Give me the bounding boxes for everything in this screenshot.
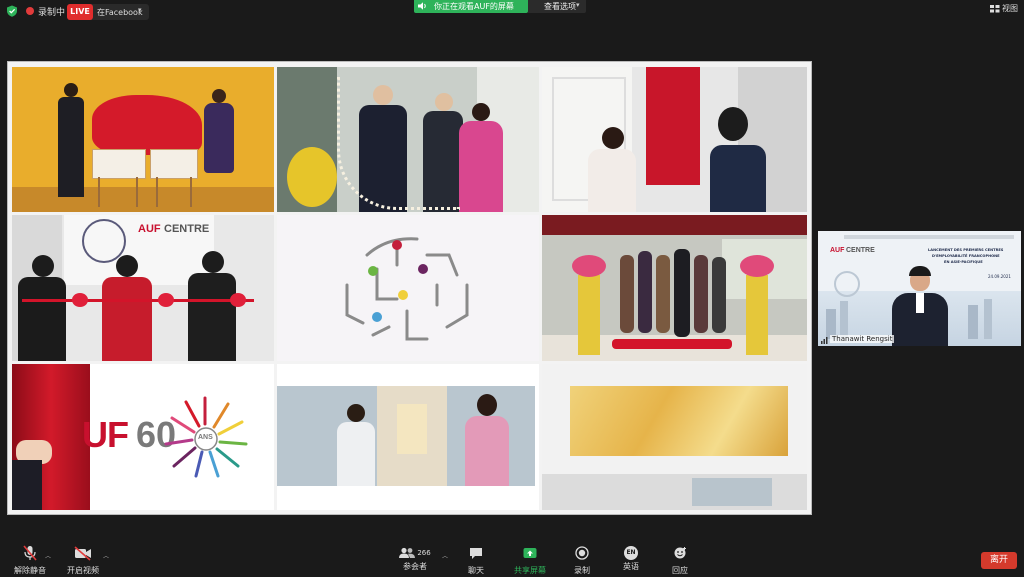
record-label: 录制 [574,566,590,575]
photo-ribbon-cutting: AUF CENTRE [12,215,274,361]
slide-date: 24.09.2021 [988,274,1011,279]
security-shield-icon[interactable] [6,5,18,17]
chevron-down-icon[interactable]: ▾ [576,1,580,9]
image-network-globe-logo [277,215,539,361]
gallery-view-icon[interactable] [990,5,1000,13]
chevron-down-icon[interactable]: ▾ [138,6,142,14]
view-options-label: 查看选项 [544,2,576,11]
network-globe-graphic [345,237,469,341]
slide-centre-word: CENTRE [846,247,875,254]
video-camera-off-icon [74,546,91,561]
screen-share-label: 你正在观看AUF的屏幕 [434,2,514,11]
slide-title-line1: LANCEMENT DES PREMIERS CENTRES [928,248,1004,252]
leave-meeting-button[interactable]: 离开 [981,552,1017,569]
share-screen-button[interactable]: 共享屏幕 [512,545,548,576]
recording-dot-icon [26,7,34,15]
recording-label: 录制中 [38,8,66,18]
participants-button[interactable]: 266 参会者 [398,545,432,572]
share-screen-icon [523,548,537,558]
participants-label: 参会者 [403,562,427,571]
photo-unveiling-yellow [12,67,274,212]
slide-title-line2: D'EMPLOYABILITÉ FRANCOPHONE [932,254,1000,258]
slide-title-line3: EN ASIE-PACIFIQUE [944,260,983,264]
auf60-uf-text: UF [82,414,129,455]
reactions-label: 回应 [672,566,688,575]
photo-opening-garland [277,67,539,212]
chat-bubble-icon [470,548,482,559]
active-speaker-video[interactable]: AUF CENTRE LANCEMENT DES PREMIERS CENTRE… [818,231,1021,346]
video-options-chevron-icon[interactable]: ︿ [103,551,109,560]
share-screen-label: 共享屏幕 [514,566,546,575]
live-destination-label: 在Facebook [97,8,143,17]
photo-red-curtain [542,67,807,212]
signal-bars-icon [821,337,828,344]
speaker-volume-icon [418,2,426,10]
participants-icon [399,547,416,558]
chat-button[interactable]: 聊天 [462,545,490,576]
interpretation-language-icon: EN [624,546,638,560]
audio-options-chevron-icon[interactable]: ︿ [45,551,51,560]
speaker-name-label: Thanawit Rengsit [830,335,895,343]
live-badge: LIVE [67,4,93,20]
auf-brand-text: AUF [138,223,161,235]
auf60-ans-text: ANS [198,434,213,441]
interpretation-label: 英语 [623,562,639,571]
start-video-label: 开启视频 [67,566,99,575]
photo-entrance-ceremony [542,215,807,361]
gallery-view-label[interactable]: 视图 [1002,3,1018,14]
slide-auf-brand: AUF [830,247,845,254]
unmute-label: 解除静音 [14,566,46,575]
participants-options-chevron-icon[interactable]: ︿ [442,551,448,560]
shared-screen: AUF CENTRE UF 60 ANS [7,61,812,515]
record-icon [575,546,589,560]
centre-word-text: CENTRE [164,223,210,235]
unmute-button[interactable]: 解除静音 [14,545,46,576]
start-video-button[interactable]: 开启视频 [67,545,99,576]
photo-gold-painting-room [542,364,807,510]
chat-label: 聊天 [468,566,484,575]
interpretation-button[interactable]: EN 英语 [617,545,645,572]
microphone-muted-icon [23,545,37,561]
reactions-button[interactable]: 回应 [666,545,694,576]
smiley-icon [674,547,686,559]
photo-hallway-visit [277,364,539,510]
record-button[interactable]: 录制 [568,545,596,576]
image-auf60-logo: UF 60 ANS [12,364,274,510]
participants-count: 266 [417,549,431,557]
